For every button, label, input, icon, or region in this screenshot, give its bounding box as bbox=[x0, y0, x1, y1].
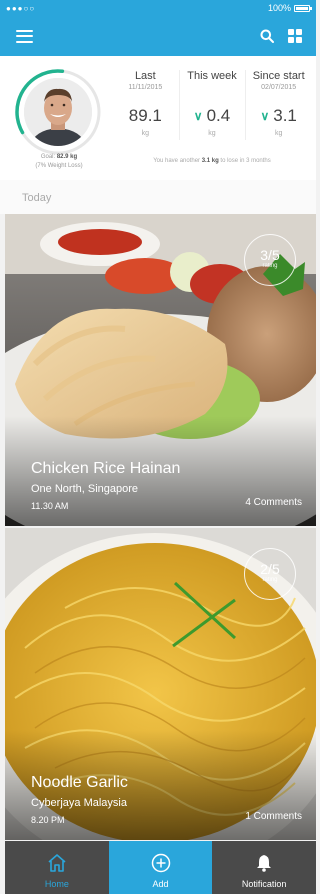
signal-indicator: ●●●○○ bbox=[6, 3, 36, 13]
search-icon[interactable] bbox=[260, 29, 274, 43]
stat-last: Last 11/11/2015 89.1 kg bbox=[112, 70, 179, 137]
avatar[interactable] bbox=[24, 78, 92, 146]
stat-title: Last bbox=[134, 70, 156, 82]
stat-title: Since start bbox=[252, 70, 305, 82]
rating-label: rating bbox=[262, 263, 278, 269]
stat-value: 3.1 bbox=[273, 106, 297, 125]
menu-icon[interactable] bbox=[16, 29, 33, 43]
note-value: 3.1 kg bbox=[201, 158, 219, 164]
stat-title: This week bbox=[187, 70, 237, 82]
tab-home[interactable]: Home bbox=[5, 841, 109, 894]
meal-location: One North, Singapore bbox=[31, 483, 139, 495]
rating-badge: 3/5 rating bbox=[244, 234, 296, 286]
goal-sub: (7% Weight Loss) bbox=[35, 163, 83, 169]
stat-unit: kg bbox=[141, 130, 150, 137]
weight-stats-panel: Goal: 82.9 kg (7% Weight Loss) Last 11/1… bbox=[0, 56, 316, 180]
stat-unit: kg bbox=[208, 130, 216, 137]
battery-percent: 100% bbox=[267, 3, 291, 13]
note-prefix: You have another bbox=[153, 158, 201, 164]
goal-value: 82.9 kg bbox=[56, 154, 78, 160]
meal-title: Noodle Garlic bbox=[31, 774, 128, 791]
rating-value: 2/5 bbox=[260, 561, 280, 577]
meal-time: 11.30 AM bbox=[31, 501, 69, 511]
goal-label: Goal: bbox=[40, 154, 56, 160]
stat-this-week: This week ∨ 0.4 kg bbox=[178, 70, 246, 140]
app-bar-actions bbox=[260, 29, 302, 43]
comments-link[interactable]: 4 Comments bbox=[245, 497, 302, 508]
section-title: Today bbox=[0, 180, 316, 214]
rating-badge: 2/5 rating bbox=[244, 548, 296, 600]
avatar-progress bbox=[12, 66, 104, 158]
stats-columns: Last 11/11/2015 89.1 kg This week ∨ 0.4 k… bbox=[112, 70, 312, 140]
stat-value: 89.1 bbox=[128, 106, 162, 125]
app-bar bbox=[0, 16, 316, 56]
note-suffix: to lose in 3 months bbox=[220, 158, 271, 164]
meal-time: 8.20 PM bbox=[31, 815, 65, 825]
meal-card[interactable]: 2/5 rating Noodle Garlic Cyberjaya Malay… bbox=[5, 528, 316, 840]
rating-value: 3/5 bbox=[260, 247, 280, 263]
goal-info: Goal: 82.9 kg (7% Weight Loss) bbox=[20, 153, 98, 171]
bell-icon bbox=[257, 855, 272, 872]
stat-unit: kg bbox=[274, 130, 283, 137]
meal-location: Cyberjaya Malaysia bbox=[31, 797, 127, 809]
stat-date: 11/11/2015 bbox=[128, 84, 163, 91]
weight-note: You have another 3.1 kg to lose in 3 mon… bbox=[112, 158, 312, 164]
chevron-down-icon: ∨ bbox=[260, 109, 270, 123]
battery-fill bbox=[296, 6, 308, 10]
stat-date bbox=[179, 84, 246, 93]
battery-icon bbox=[294, 4, 312, 12]
tab-label: Home bbox=[44, 879, 69, 889]
rating-label: rating bbox=[262, 577, 278, 583]
stat-since-start: Since start 02/07/2015 ∨ 3.1 kg bbox=[245, 70, 312, 140]
battery-indicator: 100% bbox=[267, 3, 312, 13]
meal-card[interactable]: 3/5 rating Chicken Rice Hainan One North… bbox=[5, 214, 316, 526]
chevron-down-icon: ∨ bbox=[193, 109, 203, 123]
meal-title: Chicken Rice Hainan bbox=[31, 460, 181, 477]
tab-add[interactable]: Add bbox=[108, 841, 213, 894]
tab-notification[interactable]: Notification bbox=[212, 841, 316, 894]
stat-value: 0.4 bbox=[206, 106, 231, 125]
home-icon bbox=[48, 854, 66, 872]
status-bar: ●●●○○ 100% bbox=[0, 0, 316, 16]
tab-label: Notification bbox=[241, 879, 287, 889]
grid-icon[interactable] bbox=[288, 29, 302, 43]
tab-label: Add bbox=[152, 879, 169, 889]
stat-date: 02/07/2015 bbox=[261, 84, 297, 91]
bottom-tab-bar: Home Add Notification bbox=[5, 841, 316, 894]
add-circle-icon bbox=[151, 853, 170, 873]
comments-link[interactable]: 1 Comments bbox=[245, 811, 302, 822]
